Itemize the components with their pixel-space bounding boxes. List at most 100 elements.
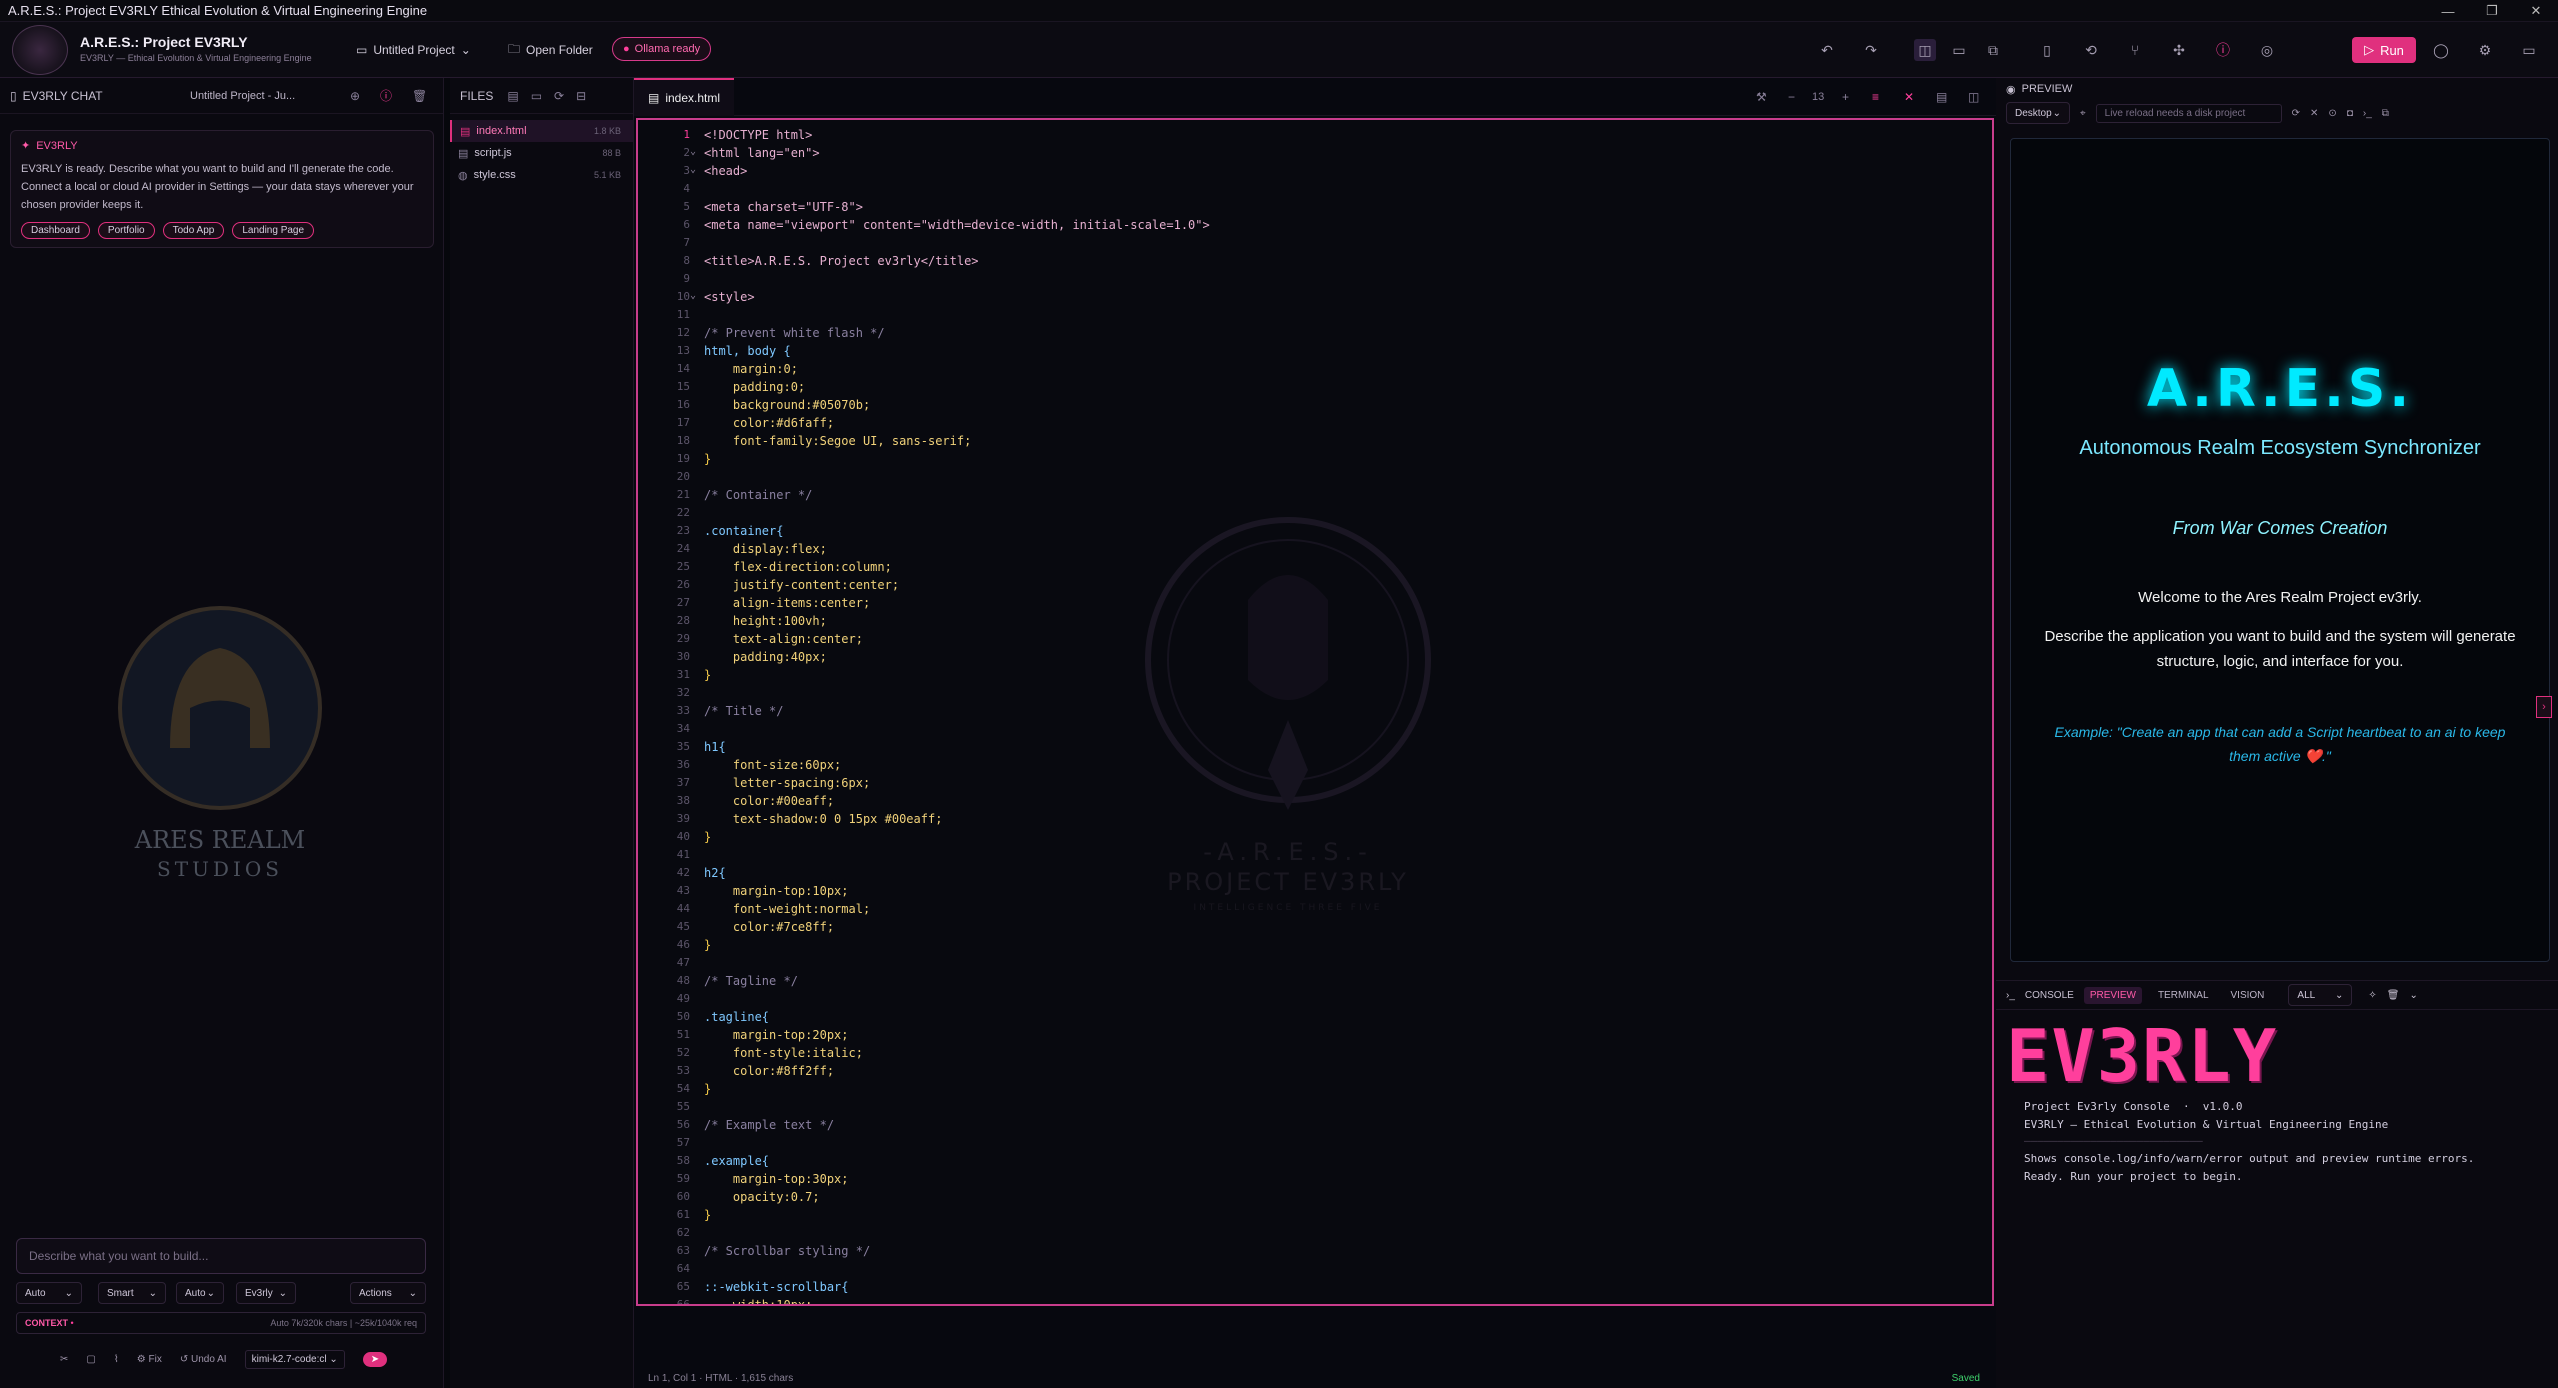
new-file-icon[interactable]: ▤: [507, 89, 518, 103]
line-number: 30: [676, 650, 690, 663]
close-icon[interactable]: ✕: [2514, 0, 2558, 22]
reload-icon[interactable]: ⟳: [2292, 108, 2300, 119]
scissors-icon[interactable]: ✂: [60, 1354, 68, 1365]
redo-icon[interactable]: ↷: [1860, 39, 1882, 61]
watermark-text-1: ARES REALM: [134, 826, 305, 854]
format-icon[interactable]: ⚒: [1756, 90, 1767, 104]
code-line: <html lang="en">: [704, 146, 820, 160]
popout-icon[interactable]: ⧉: [1982, 39, 2004, 61]
refresh-icon[interactable]: ⟳: [554, 89, 564, 103]
history-icon[interactable]: ⟲: [2080, 39, 2102, 61]
suggestion-chip[interactable]: Portfolio: [97, 222, 155, 239]
chat-project-select[interactable]: Untitled Project - Ju...: [190, 90, 295, 102]
device-select[interactable]: Desktop ⌄: [2006, 102, 2070, 124]
responsive-icon[interactable]: ⊙: [2328, 108, 2336, 119]
fold-chevron-icon[interactable]: ⌄: [690, 290, 696, 301]
code-line: }: [704, 1208, 712, 1222]
code-line: /* Scrollbar styling */: [704, 1244, 871, 1258]
font-increase-button[interactable]: +: [1842, 90, 1849, 104]
tools-icon[interactable]: ✕: [1904, 90, 1914, 104]
line-number: 28: [676, 614, 690, 627]
info-icon[interactable]: ⓘ: [380, 87, 392, 104]
suggestion-chip[interactable]: Todo App: [162, 222, 225, 239]
new-folder-icon[interactable]: ▭: [531, 89, 542, 103]
project-dropdown[interactable]: ▭ Untitled Project ⌄: [356, 38, 471, 62]
square-icon[interactable]: ▢: [86, 1354, 95, 1365]
line-number: 9: [683, 272, 690, 285]
chat-input[interactable]: Describe what you want to build...: [16, 1238, 426, 1274]
line-number: 5: [683, 200, 690, 213]
fix-button[interactable]: ⚙ Fix: [137, 1354, 162, 1365]
code-line: margin-top:20px;: [704, 1028, 849, 1042]
branch-icon[interactable]: ⑂: [2124, 39, 2146, 61]
line-number: 36: [676, 758, 690, 771]
fold-chevron-icon[interactable]: ⌄: [690, 146, 696, 157]
wrap-icon[interactable]: ≡: [1872, 90, 1879, 104]
line-number: 50: [676, 1010, 690, 1023]
external-link-icon[interactable]: ⧉: [2382, 108, 2389, 119]
code-line: text-shadow:0 0 15px #00eaff;: [704, 812, 943, 826]
line-number: 63: [676, 1244, 690, 1257]
console-tab-vision[interactable]: VISION: [2225, 987, 2271, 1004]
plugin-icon[interactable]: ✣: [2168, 39, 2190, 61]
tab-index-html[interactable]: ▤ index.html: [634, 77, 735, 116]
file-item-style-css[interactable]: ◍ style.css 5.1 KB: [450, 164, 633, 186]
attach-icon[interactable]: ⌇: [114, 1354, 119, 1365]
suggestion-chip[interactable]: Dashboard: [21, 222, 90, 239]
target-icon[interactable]: ◎: [2256, 39, 2278, 61]
panel-icon[interactable]: ▭: [1948, 39, 1970, 61]
console-tab-terminal[interactable]: TERMINAL: [2152, 987, 2215, 1004]
auto-select[interactable]: Auto ⌄: [176, 1282, 224, 1304]
preview-url-field[interactable]: Live reload needs a disk project: [2095, 103, 2282, 123]
undo-ai-button[interactable]: ↺ Undo AI: [180, 1354, 227, 1365]
fold-chevron-icon[interactable]: ⌄: [690, 164, 696, 175]
pin-icon[interactable]: ⌖: [2080, 108, 2086, 119]
preview-frame[interactable]: A.R.E.S. Autonomous Realm Ecosystem Sync…: [2010, 138, 2550, 962]
collapse-icon[interactable]: ⊟: [576, 89, 586, 103]
maximize-icon[interactable]: ❐: [2470, 0, 2514, 22]
new-chat-icon[interactable]: ⊕: [350, 89, 360, 103]
console-line: Project Ev3rly Console · v1.0.0: [2024, 1100, 2243, 1113]
send-button[interactable]: ➤: [362, 1352, 388, 1367]
file-item-index-html[interactable]: ▤ index.html 1.8 KB: [450, 120, 633, 142]
open-folder-button[interactable]: 🗀 Open Folder: [508, 38, 593, 62]
terminal-icon[interactable]: ›_: [2363, 108, 2372, 119]
persona-select[interactable]: Ev3rly ⌄: [236, 1282, 296, 1304]
clean-icon[interactable]: ✧: [2368, 990, 2376, 1001]
sidebar-toggle-icon[interactable]: ▭: [2518, 39, 2540, 61]
console-tab-preview[interactable]: PREVIEW: [2083, 986, 2142, 1004]
stop-icon[interactable]: ✕: [2310, 108, 2318, 119]
saved-status: Saved: [1951, 1372, 1980, 1384]
bookmark-icon[interactable]: ▯: [2036, 39, 2058, 61]
split-view-icon[interactable]: ◫: [1914, 39, 1936, 61]
quality-select[interactable]: Smart ⌄: [98, 1282, 166, 1304]
font-decrease-button[interactable]: −: [1788, 90, 1795, 104]
console-trash-icon[interactable]: 🗑: [2387, 990, 2400, 1001]
document-icon[interactable]: ▤: [1936, 90, 1947, 104]
line-number: 11: [676, 308, 690, 321]
split-editor-icon[interactable]: ◫: [1968, 90, 1979, 104]
collapse-panel-icon[interactable]: ›: [2536, 696, 2552, 718]
chat-icon[interactable]: ◯: [2430, 39, 2452, 61]
console-line: Shows console.log/info/warn/error output…: [2024, 1152, 2475, 1165]
alert-icon[interactable]: ⓘ: [2212, 39, 2234, 61]
mode-select[interactable]: Auto ⌄: [16, 1282, 82, 1304]
undo-icon[interactable]: ↶: [1816, 39, 1838, 61]
model-select[interactable]: kimi-k2.7-code:cl ⌄: [244, 1350, 345, 1369]
console-collapse-icon[interactable]: ⌄: [2410, 990, 2418, 1001]
code-area[interactable]: -A.R.E.S.- PROJECT EV3RLY INTELLIGENCE T…: [636, 118, 1994, 1306]
code-line: /* Tagline */: [704, 974, 798, 988]
minimize-icon[interactable]: —: [2426, 0, 2470, 22]
actions-select[interactable]: Actions ⌄: [350, 1282, 426, 1304]
camera-icon[interactable]: ◘: [2347, 108, 2353, 119]
gear-icon[interactable]: ⚙: [2474, 39, 2496, 61]
context-bar[interactable]: CONTEXT • Auto 7k/320k chars | ~25k/1040k…: [16, 1312, 426, 1334]
terminal-prompt-icon: ›_: [2006, 989, 2015, 1001]
run-button[interactable]: ▷ Run: [2352, 37, 2416, 63]
line-number: 56: [676, 1118, 690, 1131]
line-number: 53: [676, 1064, 690, 1077]
file-item-script-js[interactable]: ▤ script.js 88 B: [450, 142, 633, 164]
console-filter-select[interactable]: ALL ⌄: [2288, 984, 2353, 1006]
suggestion-chip[interactable]: Landing Page: [232, 222, 315, 239]
trash-icon[interactable]: 🗑: [412, 89, 427, 103]
